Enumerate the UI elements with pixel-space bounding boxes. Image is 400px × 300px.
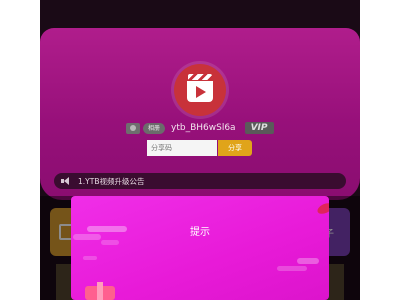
cloud-decoration	[101, 240, 119, 245]
share-code-input[interactable]	[147, 140, 217, 156]
dialog-title: 提示	[190, 227, 210, 238]
announcement-text: 1.YTB视频升级公告	[78, 176, 145, 186]
user-info-row: 相册 ytb_BH6wSl6a VIP	[126, 121, 274, 135]
petal-decoration	[315, 201, 329, 216]
camera-icon[interactable]	[126, 122, 140, 134]
speaker-icon	[61, 177, 71, 185]
share-button[interactable]: 分享	[218, 140, 252, 156]
cloud-decoration	[277, 266, 307, 271]
gift-icon	[85, 282, 115, 300]
tip-dialog: 提示	[71, 196, 329, 300]
cloud-decoration	[83, 256, 97, 260]
app-screen: 相册 ytb_BH6wSl6a VIP 分享 1.YTB视频升级公告 子 提示	[40, 0, 360, 300]
vip-badge[interactable]: VIP	[244, 122, 274, 134]
camera-label[interactable]: 相册	[143, 122, 166, 134]
user-id: ytb_BH6wSl6a	[171, 123, 236, 133]
film-logo-icon	[174, 64, 226, 116]
cloud-decoration	[297, 258, 319, 264]
announcement-bar[interactable]: 1.YTB视频升级公告	[54, 173, 346, 189]
